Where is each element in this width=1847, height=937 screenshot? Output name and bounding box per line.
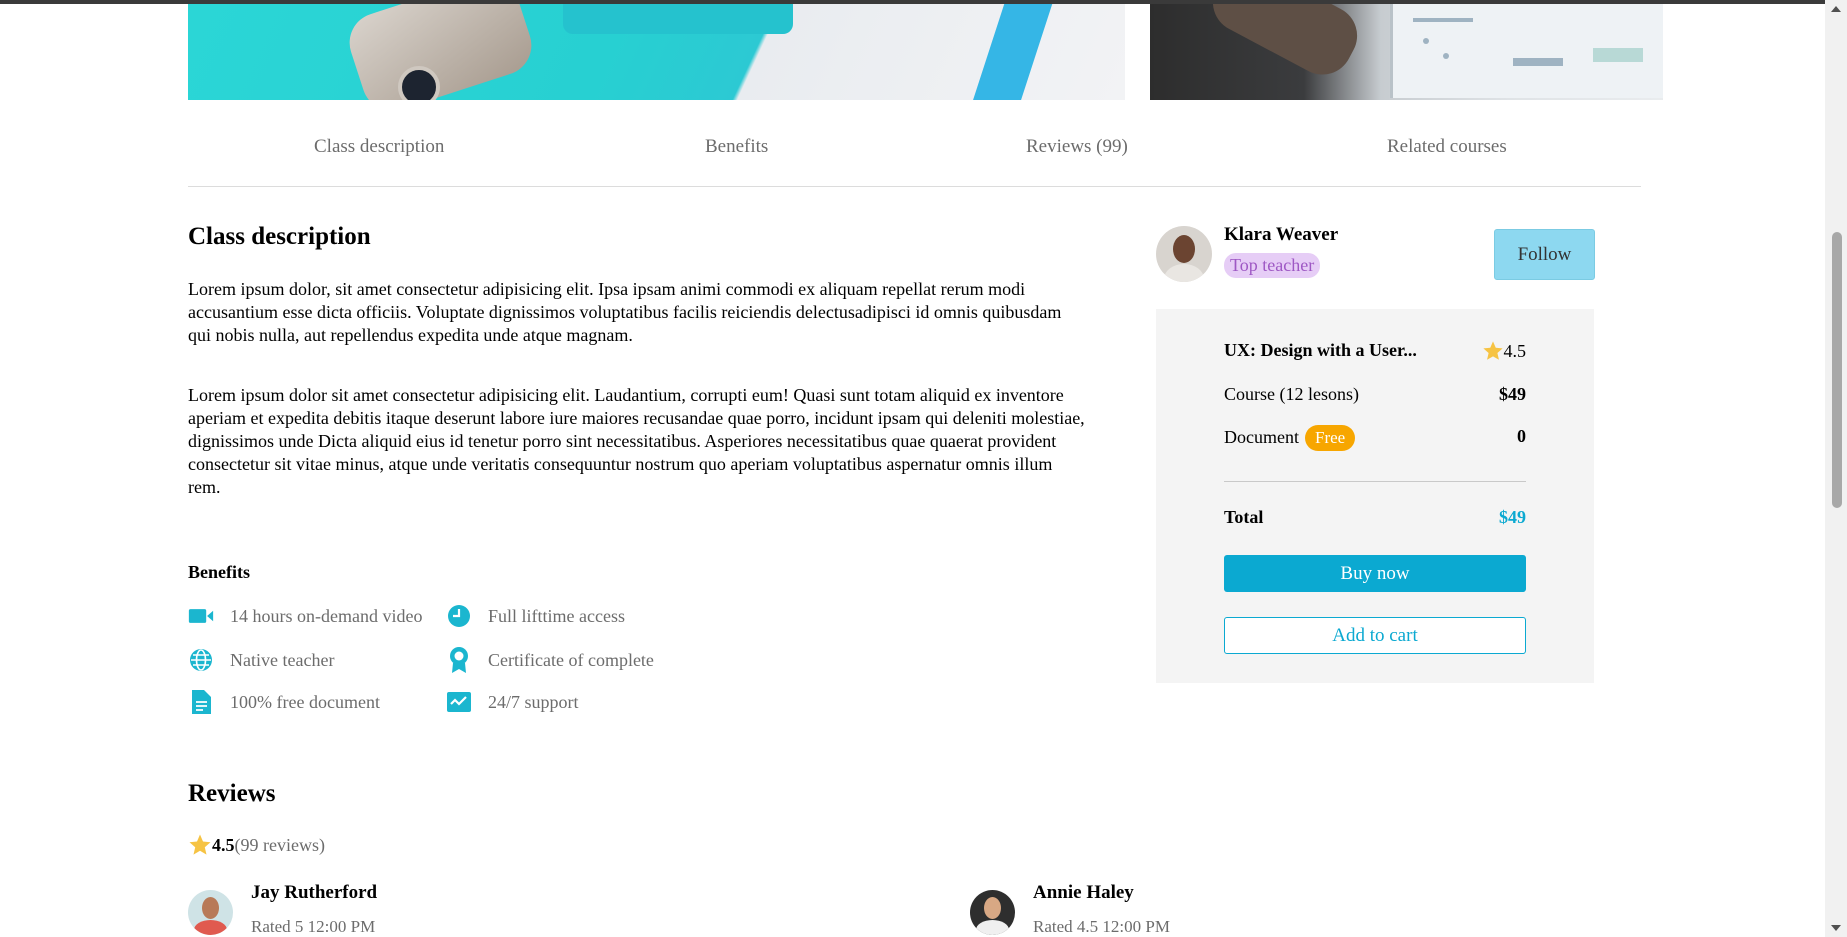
tab-class-description[interactable]: Class description [314, 136, 444, 158]
reviews-summary: 4.5 (99 reviews) [188, 833, 325, 857]
benefit-item: 100% free document [188, 689, 380, 715]
total-row: Total $49 [1224, 507, 1526, 528]
course-price-row: Course (12 lesons) $49 [1224, 384, 1526, 405]
free-badge: Free [1304, 425, 1356, 451]
video-camera-icon [188, 603, 214, 629]
scroll-down-arrow-icon[interactable] [1831, 925, 1841, 931]
description-paragraph: Lorem ipsum dolor, sit amet consectetur … [188, 279, 1062, 345]
clock-icon [446, 603, 472, 629]
award-icon [446, 647, 472, 673]
benefit-item: Full lifttime access [446, 603, 625, 629]
benefits-heading: Benefits [188, 562, 250, 582]
top-teacher-badge: Top teacher [1224, 253, 1321, 278]
benefit-item: 24/7 support [446, 689, 579, 715]
document-price: 0 [1517, 426, 1526, 446]
tab-benefits[interactable]: Benefits [705, 136, 768, 158]
follow-button[interactable]: Follow [1494, 229, 1595, 280]
teacher-avatar [1156, 226, 1212, 282]
divider [1224, 481, 1526, 482]
benefit-item: 14 hours on-demand video [188, 603, 422, 629]
review-count: (99 reviews) [234, 834, 325, 855]
review-meta: Rated 5 12:00 PM [251, 917, 376, 936]
description-paragraph: Lorem ipsum dolor sit amet consectetur a… [188, 385, 1085, 497]
reviewer-name: Jay Rutherford [251, 882, 378, 903]
course-secondary-image [1150, 4, 1663, 100]
class-description-heading: Class description [188, 223, 371, 250]
average-rating: 4.5 [212, 834, 235, 855]
globe-icon [188, 647, 214, 673]
course-summary-row: UX: Design with a User... 4.5 [1224, 340, 1526, 361]
course-cover-image [188, 4, 1125, 100]
document-label: Document [1224, 427, 1299, 447]
tab-related-courses[interactable]: Related courses [1387, 136, 1507, 158]
star-icon [189, 834, 211, 855]
course-title: UX: Design with a User... [1224, 340, 1417, 360]
reviews-heading: Reviews [188, 780, 276, 807]
scrollbar-thumb[interactable] [1832, 232, 1842, 508]
course-rating: 4.5 [1503, 340, 1527, 361]
course-price: $49 [1499, 384, 1526, 404]
benefit-item: Certificate of complete [446, 647, 654, 673]
tab-reviews[interactable]: Reviews (99) [1026, 136, 1128, 158]
chart-check-icon [446, 689, 472, 715]
star-icon [1482, 341, 1503, 360]
course-tabs: Class description Benefits Reviews (99) … [188, 128, 1641, 187]
teacher-name[interactable]: Klara Weaver [1224, 224, 1338, 246]
scroll-up-arrow-icon[interactable] [1831, 6, 1841, 12]
reviewer-avatar [970, 890, 1015, 935]
benefit-item: Native teacher [188, 647, 334, 673]
review-meta: Rated 4.5 12:00 PM [1033, 917, 1170, 936]
course-label: Course (12 lesons) [1224, 384, 1359, 404]
document-icon [188, 689, 214, 715]
total-price: $49 [1499, 507, 1526, 527]
total-label: Total [1224, 507, 1264, 527]
reviewer-name: Annie Haley [1033, 882, 1134, 903]
page-scrollbar[interactable] [1825, 0, 1847, 937]
buy-now-button[interactable]: Buy now [1224, 555, 1526, 592]
add-to-cart-button[interactable]: Add to cart [1224, 617, 1526, 654]
reviewer-avatar [188, 890, 233, 935]
document-price-row: Document Free 0 [1224, 425, 1526, 451]
